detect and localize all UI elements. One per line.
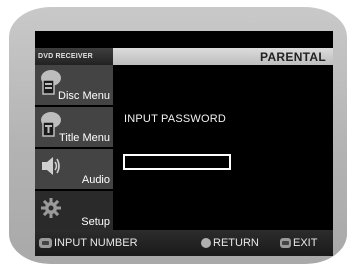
osd-screen: DVD RECEIVER PARENTAL Disc Menu Title Me… xyxy=(35,31,333,256)
sidebar-item-label: Audio xyxy=(81,174,110,186)
page-title: PARENTAL xyxy=(260,50,326,64)
exit-hint[interactable]: EXIT xyxy=(280,237,317,249)
header-bar: DVD RECEIVER PARENTAL xyxy=(35,48,333,65)
top-margin xyxy=(35,31,333,48)
device-label: DVD RECEIVER xyxy=(38,53,93,60)
sidebar-item-label: Title Menu xyxy=(59,132,110,144)
sidebar-item-title-menu[interactable]: Title Menu xyxy=(35,107,113,148)
speaker-icon xyxy=(40,153,62,179)
exit-icon xyxy=(280,238,291,248)
return-label: RETURN xyxy=(213,237,259,249)
device-label-box: DVD RECEIVER xyxy=(35,48,113,65)
password-prompt: INPUT PASSWORD xyxy=(124,113,227,125)
exit-label: EXIT xyxy=(293,237,318,249)
input-number-hint: INPUT NUMBER xyxy=(39,237,138,249)
return-hint[interactable]: RETURN xyxy=(201,237,259,249)
sidebar-item-disc-menu[interactable]: Disc Menu xyxy=(35,65,113,106)
return-icon xyxy=(201,238,211,248)
gear-icon xyxy=(40,195,62,221)
password-input[interactable] xyxy=(123,154,231,170)
footer-hint-bar: INPUT NUMBER RETURN EXIT xyxy=(35,230,333,256)
sidebar-item-setup[interactable]: Setup xyxy=(35,191,113,232)
number-keys-icon xyxy=(39,238,52,248)
sidebar: Disc Menu Title Menu Audio Setup xyxy=(35,65,113,232)
sidebar-item-label: Setup xyxy=(81,216,110,228)
input-number-label: INPUT NUMBER xyxy=(54,237,138,249)
main-content: INPUT PASSWORD xyxy=(113,65,333,230)
sidebar-item-audio[interactable]: Audio xyxy=(35,149,113,190)
sidebar-item-label: Disc Menu xyxy=(58,90,110,102)
